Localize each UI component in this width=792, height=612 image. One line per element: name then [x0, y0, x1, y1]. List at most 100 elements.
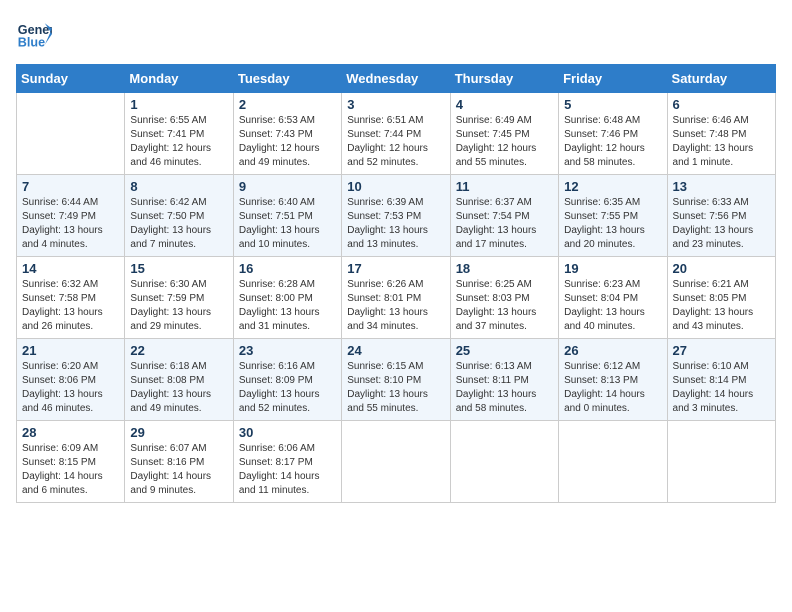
day-info: Sunrise: 6:15 AMSunset: 8:10 PMDaylight:… — [347, 360, 444, 416]
calendar-cell: 4 Sunrise: 6:49 AMSunset: 7:45 PMDaylight… — [450, 93, 558, 175]
day-number: 18 — [456, 261, 553, 276]
calendar-cell — [559, 421, 667, 503]
day-info: Sunrise: 6:40 AMSunset: 7:51 PMDaylight:… — [239, 196, 336, 252]
day-info: Sunrise: 6:20 AMSunset: 8:06 PMDaylight:… — [22, 360, 119, 416]
calendar-week-row: 28Sunrise: 6:09 AMSunset: 8:15 PMDayligh… — [17, 421, 776, 503]
calendar-cell: 20Sunrise: 6:21 AMSunset: 8:05 PMDayligh… — [667, 257, 775, 339]
day-number: 9 — [239, 179, 336, 194]
calendar-cell: 23 Sunrise: 6:16 AMSunset: 8:09 PMDayligh… — [233, 339, 341, 421]
day-number: 15 — [130, 261, 227, 276]
calendar-cell: 14Sunrise: 6:32 AMSunset: 7:58 PMDayligh… — [17, 257, 125, 339]
calendar-cell: 1 Sunrise: 6:55 AMSunset: 7:41 PMDaylight… — [125, 93, 233, 175]
logo-icon: General Blue — [16, 16, 52, 52]
day-info: Sunrise: 6:35 AMSunset: 7:55 PMDaylight:… — [564, 196, 661, 252]
calendar-cell — [450, 421, 558, 503]
weekday-header: Monday — [125, 65, 233, 93]
day-number: 6 — [673, 97, 770, 112]
calendar-cell: 24 Sunrise: 6:15 AMSunset: 8:10 PMDayligh… — [342, 339, 450, 421]
day-info: Sunrise: 6:23 AMSunset: 8:04 PMDaylight:… — [564, 278, 661, 334]
calendar-cell: 21 Sunrise: 6:20 AMSunset: 8:06 PMDayligh… — [17, 339, 125, 421]
calendar-cell: 27 Sunrise: 6:10 AMSunset: 8:14 PMDayligh… — [667, 339, 775, 421]
calendar-cell: 25 Sunrise: 6:13 AMSunset: 8:11 PMDayligh… — [450, 339, 558, 421]
page-header: General Blue — [16, 16, 776, 52]
weekday-header: Wednesday — [342, 65, 450, 93]
day-info: Sunrise: 6:48 AMSunset: 7:46 PMDaylight:… — [564, 114, 661, 170]
day-info: Sunrise: 6:13 AMSunset: 8:11 PMDaylight:… — [456, 360, 553, 416]
day-number: 11 — [456, 179, 553, 194]
day-info: Sunrise: 6:10 AMSunset: 8:14 PMDaylight:… — [673, 360, 770, 416]
calendar-week-row: 14Sunrise: 6:32 AMSunset: 7:58 PMDayligh… — [17, 257, 776, 339]
calendar-cell: 3 Sunrise: 6:51 AMSunset: 7:44 PMDaylight… — [342, 93, 450, 175]
weekday-header: Tuesday — [233, 65, 341, 93]
calendar-cell: 18 Sunrise: 6:25 AMSunset: 8:03 PMDayligh… — [450, 257, 558, 339]
calendar-cell: 6 Sunrise: 6:46 AMSunset: 7:48 PMDaylight… — [667, 93, 775, 175]
calendar-cell: 11 Sunrise: 6:37 AMSunset: 7:54 PMDayligh… — [450, 175, 558, 257]
day-info: Sunrise: 6:46 AMSunset: 7:48 PMDaylight:… — [673, 114, 770, 170]
day-number: 2 — [239, 97, 336, 112]
day-info: Sunrise: 6:28 AMSunset: 8:00 PMDaylight:… — [239, 278, 336, 334]
day-number: 1 — [130, 97, 227, 112]
day-info: Sunrise: 6:18 AMSunset: 8:08 PMDaylight:… — [130, 360, 227, 416]
day-number: 30 — [239, 425, 336, 440]
day-number: 20 — [673, 261, 770, 276]
calendar-cell: 13 Sunrise: 6:33 AMSunset: 7:56 PMDayligh… — [667, 175, 775, 257]
day-number: 5 — [564, 97, 661, 112]
day-number: 17 — [347, 261, 444, 276]
day-number: 7 — [22, 179, 119, 194]
day-number: 22 — [130, 343, 227, 358]
day-info: Sunrise: 6:37 AMSunset: 7:54 PMDaylight:… — [456, 196, 553, 252]
day-number: 21 — [22, 343, 119, 358]
calendar-cell: 29 Sunrise: 6:07 AMSunset: 8:16 PMDayligh… — [125, 421, 233, 503]
header-row: SundayMondayTuesdayWednesdayThursdayFrid… — [17, 65, 776, 93]
day-number: 27 — [673, 343, 770, 358]
day-number: 24 — [347, 343, 444, 358]
day-info: Sunrise: 6:39 AMSunset: 7:53 PMDaylight:… — [347, 196, 444, 252]
day-info: Sunrise: 6:16 AMSunset: 8:09 PMDaylight:… — [239, 360, 336, 416]
calendar-cell: 10 Sunrise: 6:39 AMSunset: 7:53 PMDayligh… — [342, 175, 450, 257]
day-number: 13 — [673, 179, 770, 194]
day-info: Sunrise: 6:53 AMSunset: 7:43 PMDaylight:… — [239, 114, 336, 170]
calendar-cell: 16 Sunrise: 6:28 AMSunset: 8:00 PMDayligh… — [233, 257, 341, 339]
calendar-week-row: 7 Sunrise: 6:44 AMSunset: 7:49 PMDaylight… — [17, 175, 776, 257]
weekday-header: Sunday — [17, 65, 125, 93]
calendar-week-row: 21 Sunrise: 6:20 AMSunset: 8:06 PMDayligh… — [17, 339, 776, 421]
calendar-cell: 17Sunrise: 6:26 AMSunset: 8:01 PMDayligh… — [342, 257, 450, 339]
day-info: Sunrise: 6:09 AMSunset: 8:15 PMDaylight:… — [22, 442, 119, 498]
day-info: Sunrise: 6:30 AMSunset: 7:59 PMDaylight:… — [130, 278, 227, 334]
day-info: Sunrise: 6:44 AMSunset: 7:49 PMDaylight:… — [22, 196, 119, 252]
calendar-cell — [667, 421, 775, 503]
day-number: 26 — [564, 343, 661, 358]
day-number: 19 — [564, 261, 661, 276]
svg-text:Blue: Blue — [18, 36, 45, 50]
day-number: 12 — [564, 179, 661, 194]
logo: General Blue — [16, 16, 56, 52]
day-number: 23 — [239, 343, 336, 358]
day-info: Sunrise: 6:25 AMSunset: 8:03 PMDaylight:… — [456, 278, 553, 334]
calendar-cell — [342, 421, 450, 503]
day-number: 29 — [130, 425, 227, 440]
day-number: 4 — [456, 97, 553, 112]
calendar-table: SundayMondayTuesdayWednesdayThursdayFrid… — [16, 64, 776, 503]
day-info: Sunrise: 6:32 AMSunset: 7:58 PMDaylight:… — [22, 278, 119, 334]
calendar-cell: 15 Sunrise: 6:30 AMSunset: 7:59 PMDayligh… — [125, 257, 233, 339]
weekday-header: Friday — [559, 65, 667, 93]
day-info: Sunrise: 6:33 AMSunset: 7:56 PMDaylight:… — [673, 196, 770, 252]
day-number: 25 — [456, 343, 553, 358]
day-info: Sunrise: 6:49 AMSunset: 7:45 PMDaylight:… — [456, 114, 553, 170]
day-info: Sunrise: 6:07 AMSunset: 8:16 PMDaylight:… — [130, 442, 227, 498]
day-info: Sunrise: 6:55 AMSunset: 7:41 PMDaylight:… — [130, 114, 227, 170]
day-number: 10 — [347, 179, 444, 194]
day-number: 3 — [347, 97, 444, 112]
calendar-cell: 8Sunrise: 6:42 AMSunset: 7:50 PMDaylight… — [125, 175, 233, 257]
calendar-cell: 30 Sunrise: 6:06 AMSunset: 8:17 PMDayligh… — [233, 421, 341, 503]
calendar-cell: 7 Sunrise: 6:44 AMSunset: 7:49 PMDaylight… — [17, 175, 125, 257]
day-info: Sunrise: 6:06 AMSunset: 8:17 PMDaylight:… — [239, 442, 336, 498]
calendar-cell: 28Sunrise: 6:09 AMSunset: 8:15 PMDayligh… — [17, 421, 125, 503]
calendar-cell: 2 Sunrise: 6:53 AMSunset: 7:43 PMDaylight… — [233, 93, 341, 175]
day-number: 8 — [130, 179, 227, 194]
calendar-cell: 9 Sunrise: 6:40 AMSunset: 7:51 PMDaylight… — [233, 175, 341, 257]
day-number: 16 — [239, 261, 336, 276]
calendar-cell: 19 Sunrise: 6:23 AMSunset: 8:04 PMDayligh… — [559, 257, 667, 339]
calendar-cell: 22 Sunrise: 6:18 AMSunset: 8:08 PMDayligh… — [125, 339, 233, 421]
day-info: Sunrise: 6:51 AMSunset: 7:44 PMDaylight:… — [347, 114, 444, 170]
